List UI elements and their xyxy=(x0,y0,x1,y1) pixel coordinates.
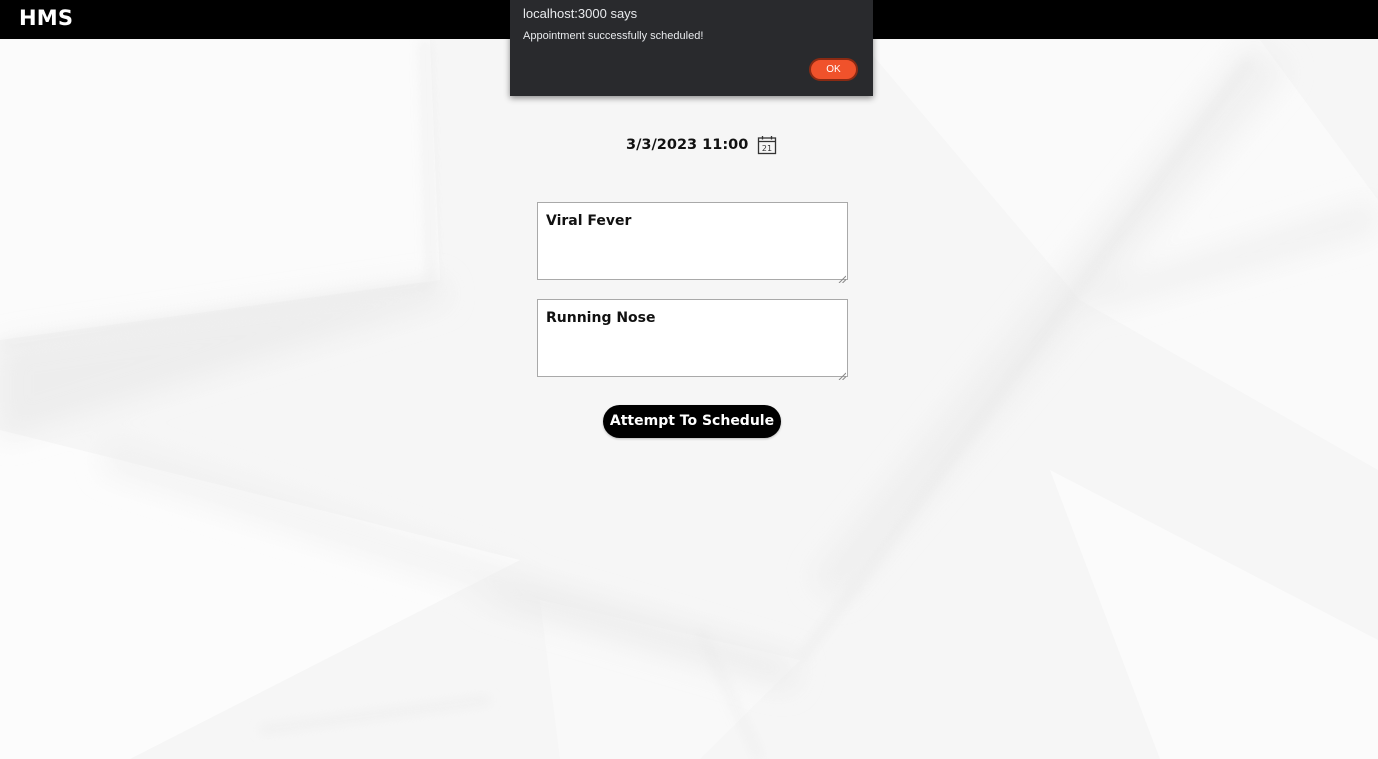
calendar-day-number: 21 xyxy=(762,144,772,153)
textarea-resize-icon[interactable] xyxy=(838,270,847,284)
symptoms-textarea[interactable]: Running Nose xyxy=(537,299,848,381)
background-artwork xyxy=(0,0,1378,759)
alert-dialog-message: Appointment successfully scheduled! xyxy=(523,30,704,42)
textarea-resize-icon[interactable] xyxy=(838,367,847,381)
symptoms-textarea-value[interactable]: Running Nose xyxy=(546,310,656,326)
calendar-icon[interactable]: 21 xyxy=(757,135,777,155)
reason-textarea[interactable]: Viral Fever xyxy=(537,202,848,284)
attempt-to-schedule-button[interactable]: Attempt To Schedule xyxy=(603,405,781,438)
alert-ok-button[interactable]: OK xyxy=(809,58,858,81)
reason-textarea-value[interactable]: Viral Fever xyxy=(546,213,631,229)
alert-dialog-title: localhost:3000 says xyxy=(523,6,638,21)
appointment-datetime-picker[interactable]: 3/3/2023 11:00 21 xyxy=(626,134,777,156)
brand-logo-text[interactable]: HMS xyxy=(19,6,73,30)
alert-dialog: localhost:3000 says Appointment successf… xyxy=(510,0,873,96)
appointment-datetime-value[interactable]: 3/3/2023 11:00 xyxy=(626,137,748,153)
